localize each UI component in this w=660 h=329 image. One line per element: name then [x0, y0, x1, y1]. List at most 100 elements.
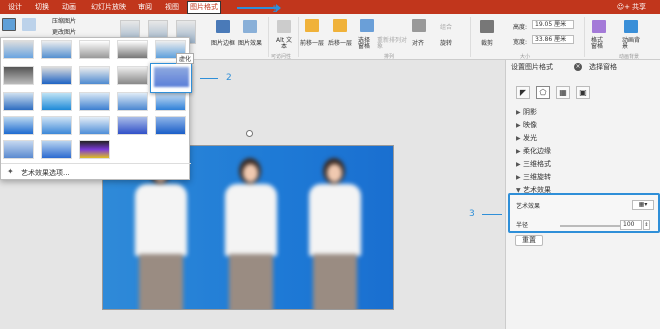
radius-value-field[interactable]: 100 — [620, 220, 642, 230]
effect-thumb[interactable] — [3, 140, 34, 159]
section-label: 映像 — [523, 121, 537, 129]
effect-thumb[interactable] — [3, 40, 34, 59]
effect-thumb[interactable] — [3, 116, 34, 135]
effect-thumb[interactable] — [155, 116, 186, 135]
align-icon[interactable] — [412, 19, 426, 32]
section-glow[interactable]: ▶ 发光 — [516, 133, 537, 143]
effect-thumb[interactable] — [41, 140, 72, 159]
effect-thumb[interactable] — [41, 92, 72, 111]
crop-icon[interactable] — [480, 20, 494, 33]
accessibility-group-label: 可访问性 — [271, 54, 292, 60]
compress-button[interactable]: 压缩图片 — [52, 16, 76, 25]
bring-forward-icon[interactable] — [305, 19, 319, 32]
gallery-footer[interactable]: ✦ 艺术效果选项... — [1, 163, 191, 180]
height-field[interactable]: 19.05 厘米 — [532, 20, 574, 29]
artistic-effects-options-link[interactable]: 艺术效果选项... — [21, 168, 70, 178]
annotation-number-3: 3 — [469, 209, 475, 219]
radius-stepper[interactable]: ⇕ — [643, 220, 650, 230]
section-soft-edges[interactable]: ▶ 柔化边缘 — [516, 146, 551, 156]
rotate-handle[interactable] — [246, 130, 253, 137]
share-button[interactable]: ☺+ 共享 — [617, 2, 646, 12]
section-label: 三维旋转 — [523, 173, 551, 181]
tab-view[interactable]: 视图 — [163, 2, 181, 14]
selection-pane-icon[interactable] — [360, 19, 374, 32]
effect-thumb[interactable] — [79, 140, 110, 159]
magic-wand-icon: ✦ — [7, 167, 14, 176]
tab-review[interactable]: 审阅 — [136, 2, 154, 14]
format-pane-icon[interactable] — [592, 20, 606, 33]
picture-effects-button[interactable]: 图片效果 — [238, 38, 262, 47]
section-label: 阴影 — [523, 108, 537, 116]
section-reflection[interactable]: ▶ 映像 — [516, 120, 537, 130]
radius-slider[interactable] — [560, 225, 620, 227]
picture-effects-icon[interactable] — [243, 20, 257, 33]
effect-thumb[interactable] — [79, 92, 110, 111]
bring-forward-button[interactable]: 前移一层 — [300, 38, 324, 47]
ribbon-divider — [584, 17, 585, 57]
height-label: 高度: — [513, 24, 528, 31]
reorder-objects-button[interactable]: 重新排列对象 — [377, 38, 407, 50]
artistic-effect-label: 艺术效果 — [516, 203, 541, 210]
effect-thumb[interactable] — [41, 116, 72, 135]
crop-button[interactable]: 裁剪 — [481, 38, 493, 47]
format-pane-button[interactable]: 格式窗格 — [591, 38, 607, 50]
animate-background-icon[interactable] — [624, 20, 638, 33]
effect-thumb[interactable] — [117, 92, 148, 111]
effect-thumb[interactable] — [117, 66, 148, 85]
picture-border-icon[interactable] — [216, 20, 230, 33]
size-grid-icon[interactable]: ▦ — [556, 86, 570, 99]
remove-background-icon[interactable] — [2, 18, 16, 31]
artistic-effect-dropdown[interactable]: ▦▾ — [632, 200, 654, 210]
rotate-button[interactable]: 旋转 — [440, 38, 452, 47]
artistic-effects-gallery: ✦ 艺术效果选项... — [0, 37, 192, 180]
picture-border-button[interactable]: 图片边框 — [211, 38, 235, 47]
effect-thumb[interactable] — [41, 66, 72, 85]
tab-picture-format[interactable]: 图片格式 — [187, 1, 221, 14]
width-label: 宽度: — [513, 39, 528, 46]
pentagon-icon[interactable]: ⬠ — [536, 86, 550, 99]
artistic-effects-settings-box: 艺术效果 ▦▾ 半径 100 ⇕ — [508, 193, 660, 233]
tab-selection-pane[interactable]: 选择窗格 — [589, 62, 617, 72]
corrections-icon[interactable] — [22, 18, 36, 31]
tab-design[interactable]: 设计 — [6, 2, 24, 14]
send-backward-icon[interactable] — [333, 19, 347, 32]
tab-animations[interactable]: 动画 — [60, 2, 78, 14]
effect-thumb[interactable] — [3, 92, 34, 111]
section-shadow[interactable]: ▶ 阴影 — [516, 107, 537, 117]
annotation-arrow-1 — [237, 4, 281, 12]
alt-text-icon[interactable] — [277, 20, 291, 33]
change-picture-button[interactable]: 更改图片 — [52, 27, 76, 36]
section-3d-rotation[interactable]: ▶ 三维旋转 — [516, 172, 551, 182]
section-label: 三维格式 — [523, 160, 551, 168]
size-group-label: 大小 — [520, 54, 531, 60]
person-add-icon: ☺+ — [616, 3, 630, 11]
pane-title: 设置图片格式 — [511, 63, 553, 71]
share-label: 共享 — [632, 3, 646, 11]
effect-thumb[interactable] — [41, 40, 72, 59]
effect-thumb[interactable] — [155, 92, 186, 111]
selection-pane-button[interactable]: 选择窗格 — [358, 38, 372, 50]
ribbon-divider — [298, 17, 299, 57]
width-field[interactable]: 33.86 厘米 — [532, 35, 574, 44]
effect-thumb[interactable] — [117, 116, 148, 135]
tab-transitions[interactable]: 切换 — [33, 2, 51, 14]
fill-icon[interactable]: ◤ — [516, 86, 530, 99]
tab-slideshow[interactable]: 幻灯片放映 — [89, 2, 128, 14]
effect-thumb[interactable] — [79, 116, 110, 135]
ribbon-divider — [268, 17, 269, 57]
section-3d-format[interactable]: ▶ 三维格式 — [516, 159, 551, 169]
reset-button[interactable]: 重置 — [515, 235, 543, 246]
effect-thumb-blur-selected[interactable] — [150, 63, 192, 93]
group-button[interactable]: 组合 — [440, 22, 452, 31]
send-backward-button[interactable]: 后移一层 — [328, 38, 352, 47]
effect-thumb[interactable] — [79, 66, 110, 85]
effect-thumb[interactable] — [3, 66, 34, 85]
close-icon[interactable]: × — [574, 63, 582, 71]
picture-icon[interactable]: ▣ — [576, 86, 590, 99]
animate-background-button[interactable]: 动画背景 — [622, 38, 640, 50]
effect-thumb[interactable] — [79, 40, 110, 59]
person-figure — [125, 158, 195, 309]
alt-text-button[interactable]: Alt 文本 — [274, 38, 294, 50]
effect-thumb[interactable] — [117, 40, 148, 59]
align-button[interactable]: 对齐 — [412, 38, 424, 47]
